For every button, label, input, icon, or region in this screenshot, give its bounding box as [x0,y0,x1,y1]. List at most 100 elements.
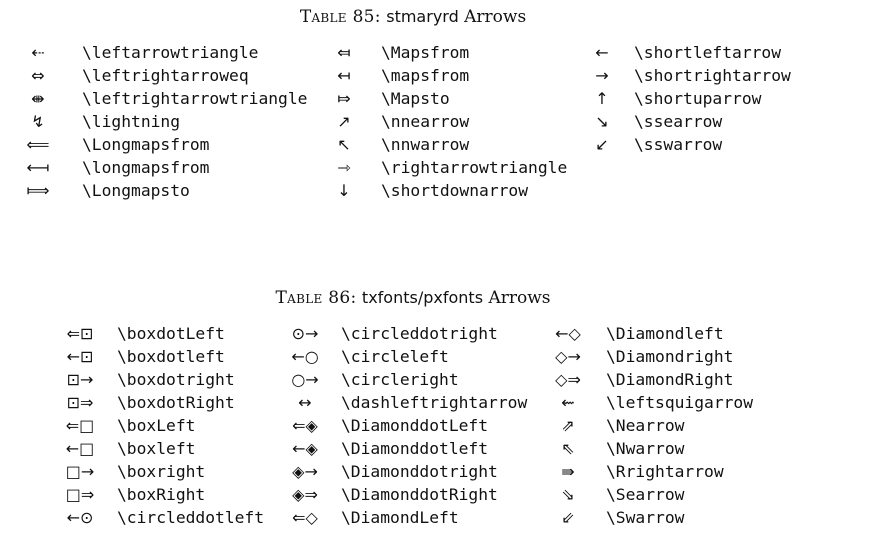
latex-command: \boxdotLeft [117,324,225,343]
arrow-symbol-icon: □→ [65,462,95,481]
latex-command: \circleright [341,370,459,389]
latex-command: \leftsquigarrow [606,393,754,412]
latex-command: \lightning [82,112,181,131]
latex-command: \rightarrowtriangle [381,158,568,177]
latex-command: \shortrightarrow [634,66,791,85]
arrow-symbol-icon: ↘ [595,112,609,131]
table-85-caption-suffix: Arrows [464,7,527,27]
latex-command: \Nwarrow [606,439,685,458]
table-86-caption-suffix: Arrows [488,288,551,308]
arrow-symbol-icon: ⟾ [26,181,50,200]
table-86-package-name: txfonts/pxfonts [361,288,484,307]
arrow-symbol-icon: ⟻ [26,158,50,177]
latex-command: \Diamonddotright [341,462,498,481]
latex-command: \shortuparrow [634,89,762,108]
arrow-symbol-icon: ◇→ [555,347,581,366]
latex-command: \DiamondLeft [341,508,459,527]
table-86: ⇐⊡ \boxdotLeft ←⊡ \boxdotleft ⊡→ \boxdotright… [0,322,886,537]
latex-command: \boxleft [117,439,196,458]
table-86-caption: Table 86: txfonts/pxfonts Arrows [0,288,826,308]
table-85-package-name: stmaryrd [386,7,459,26]
latex-command: \ssearrow [634,112,723,131]
arrow-symbol-icon: □⇒ [65,485,95,504]
arrow-symbol-icon: ⇔ [31,66,45,85]
arrow-symbol-icon: ⇐◈ [292,416,318,435]
latex-command: \Swarrow [606,508,685,527]
arrow-symbol-icon: ◈⇒ [292,485,318,504]
arrow-symbol-icon: ⤆ [337,43,351,62]
table-85-caption: Table 85: stmaryrd Arrows [0,7,826,27]
arrow-symbol-icon: ←⊙ [66,508,94,527]
latex-command: \longmapsfrom [82,158,210,177]
arrow-symbol-icon: ↖ [337,135,351,154]
latex-command: \Mapsto [381,89,450,108]
latex-command: \leftarrowtriangle [82,43,259,62]
latex-command: \Longmapsfrom [82,135,210,154]
latex-command: \DiamondRight [606,370,734,389]
latex-command: \shortdownarrow [381,181,529,200]
arrow-symbol-icon: ⇗ [561,416,575,435]
latex-command: \boxright [117,462,206,481]
arrow-symbol-icon: ○→ [291,370,319,389]
latex-command: \dashleftrightarrow [341,393,528,412]
latex-command: \DiamonddotLeft [341,416,489,435]
arrow-symbol-icon: ↯ [31,112,45,131]
latex-command: \Searrow [606,485,685,504]
latex-command: \shortleftarrow [634,43,782,62]
latex-command: \boxRight [117,485,206,504]
arrow-symbol-icon: ←□ [65,439,95,458]
latex-command: \Rrightarrow [606,462,724,481]
latex-command: \boxdotleft [117,347,225,366]
latex-command: \boxdotRight [117,393,235,412]
table-85: ⇠ \leftarrowtriangle ⇔ \leftrightarroweq ⇼ \l… [0,41,886,211]
arrow-symbol-icon: ⊙→ [291,324,319,343]
arrow-symbol-icon: ⊡→ [66,370,94,389]
arrow-symbol-icon: ⇜ [561,393,575,412]
arrow-symbol-icon: ↑ [595,89,609,108]
arrow-symbol-icon: ⇖ [561,439,575,458]
arrow-symbol-icon: ⇐◇ [292,508,318,527]
arrow-symbol-icon: ◈→ [292,462,318,481]
arrow-symbol-icon: ⇘ [561,485,575,504]
arrow-symbol-icon: ↙ [595,135,609,154]
arrow-symbol-icon: ⇙ [561,508,575,527]
arrow-symbol-icon: ⇠ [31,43,45,62]
arrow-symbol-icon: ⟸ [26,135,50,154]
arrow-symbol-icon: ⊡⇒ [66,393,94,412]
latex-command: \sswarrow [634,135,723,154]
latex-command: \Diamondleft [606,324,724,343]
latex-command: \leftrightarrowtriangle [82,89,308,108]
arrow-symbol-icon: ↔ [298,393,312,412]
latex-command: \Longmapsto [82,181,190,200]
latex-command: \circleddotright [341,324,498,343]
arrow-symbol-icon: ←⊡ [66,347,94,366]
arrow-symbol-icon: ⇾ [337,158,351,177]
latex-command: \leftrightarroweq [82,66,249,85]
arrow-symbol-icon: ↤ [337,66,351,85]
latex-command: \Mapsfrom [381,43,470,62]
latex-command: \mapsfrom [381,66,470,85]
arrow-symbol-icon: ←◇ [555,324,581,343]
arrow-symbol-icon: ⤇ [337,89,351,108]
latex-command: \boxdotright [117,370,235,389]
latex-command: \nnearrow [381,112,470,131]
latex-command: \DiamonddotRight [341,485,498,504]
arrow-symbol-icon: ← [595,43,609,62]
latex-command: \Diamondright [606,347,734,366]
latex-command: \Diamonddotleft [341,439,489,458]
arrow-symbol-icon: ⇼ [31,89,45,108]
arrow-symbol-icon: ◇⇒ [555,370,581,389]
arrow-symbol-icon: ⇐⊡ [66,324,94,343]
arrow-symbol-icon: ⇐□ [65,416,95,435]
latex-command: \circleddotleft [117,508,265,527]
latex-command: \boxLeft [117,416,196,435]
latex-command: \circleleft [341,347,449,366]
latex-command: \nnwarrow [381,135,470,154]
arrow-symbol-icon: ←◈ [292,439,318,458]
arrow-symbol-icon: → [595,66,609,85]
arrow-symbol-icon: ⇛ [561,462,575,481]
arrow-symbol-icon: ↓ [337,181,351,200]
arrow-symbol-icon: ↗ [337,112,351,131]
latex-command: \Nearrow [606,416,685,435]
arrow-symbol-icon: ←○ [291,347,319,366]
